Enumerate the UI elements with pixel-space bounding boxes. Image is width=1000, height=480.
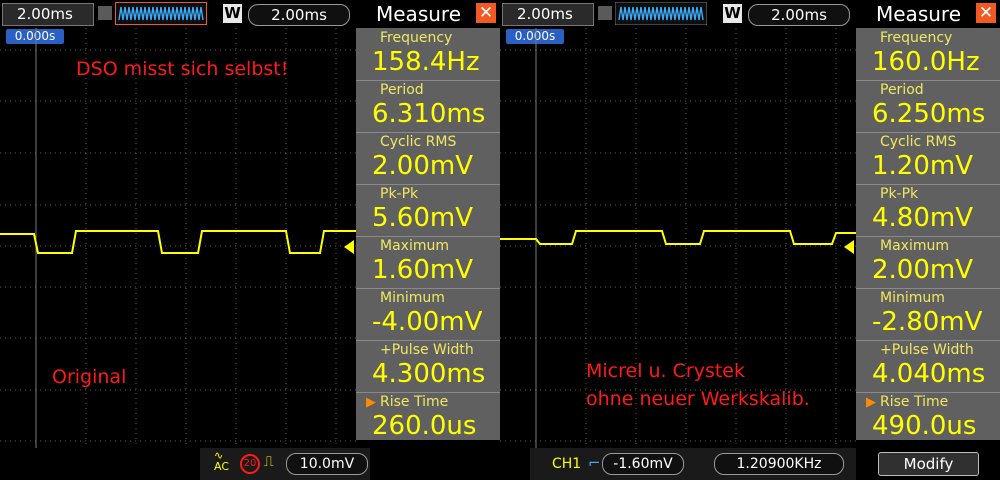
scope-icon (598, 6, 612, 20)
trigger-frequency-display[interactable]: 1.20900KHz (714, 453, 844, 475)
trigger-delay-value: 2.00ms (271, 6, 327, 24)
measure-panel-left: Measure ✕ Frequency 158.4Hz Period 6.310… (356, 0, 500, 441)
pulse-icon: ⎍ (264, 454, 274, 470)
measure-item-rise-time[interactable]: ▶ Rise Time 490.0us (856, 392, 1000, 444)
measure-label: Maximum (380, 238, 449, 254)
ac-coupling-icon: ∿ AC (214, 449, 230, 473)
measure-label: Minimum (380, 290, 445, 306)
scope-screen-right: 2.00ms W 2.00ms 0.000s Micrel u. Crystek… (500, 0, 1000, 480)
measure-value: -4.00mV (372, 307, 483, 337)
measure-label: +Pulse Width (380, 342, 474, 358)
measure-label: Period (880, 82, 924, 98)
measure-label: Cyclic RMS (380, 134, 457, 150)
trigger-level-value: -1.60mV (613, 456, 673, 472)
annotation-line1: Micrel u. Crystek (586, 360, 746, 382)
measure-value: 158.4Hz (372, 47, 480, 77)
waveform-icon (615, 2, 707, 25)
measure-value: 6.310ms (372, 99, 486, 129)
measure-item-minimum[interactable]: Minimum -2.80mV (856, 288, 1000, 341)
measure-item-maximum[interactable]: Maximum 1.60mV (356, 236, 500, 289)
signal-trace (500, 230, 856, 245)
measure-value: 6.250ms (872, 99, 986, 129)
waveform-icon (115, 2, 207, 25)
measure-item-pulse-width[interactable]: +Pulse Width 4.040ms (856, 340, 1000, 393)
measure-value: 1.60mV (372, 255, 474, 285)
modify-button[interactable]: Modify (878, 452, 979, 476)
close-icon[interactable]: ✕ (976, 3, 996, 23)
measure-label: Pk-Pk (880, 186, 919, 202)
status-bar-left: ∿ AC 20 ⎍ 10.0mV (200, 448, 370, 480)
measure-value: 260.0us (372, 411, 477, 441)
measure-title: Measure (876, 2, 961, 26)
coupling-label: AC (214, 460, 230, 473)
measure-value: 4.040ms (872, 359, 986, 389)
w-icon[interactable]: W (223, 4, 242, 23)
measure-value: 2.00mV (372, 151, 474, 181)
trigger-delay-display[interactable]: 2.00ms (248, 4, 350, 26)
measure-panel-right: Measure ✕ Frequency 160.0Hz Period 6.250… (856, 0, 1000, 441)
trigger-level-marker[interactable] (844, 240, 854, 254)
measure-value: 2.00mV (872, 255, 974, 285)
measure-label: Rise Time (880, 394, 949, 410)
annotation-top: DSO misst sich selbst! (76, 58, 289, 80)
bw-limit-label: 20 (243, 458, 257, 469)
measure-header: Measure ✕ (856, 0, 1000, 28)
measure-title: Measure (376, 2, 461, 26)
measure-label: Frequency (880, 30, 953, 46)
measure-item-cyclic-rms[interactable]: Cyclic RMS 1.20mV (856, 132, 1000, 185)
measure-item-rise-time[interactable]: ▶ Rise Time 260.0us (356, 392, 500, 444)
measure-label: Period (380, 82, 424, 98)
annotation-bottom: Original (52, 366, 127, 388)
trigger-level-display[interactable]: -1.60mV (602, 453, 684, 475)
channel-label: CH1 (552, 456, 582, 472)
ch1-scale-value: 10.0mV (299, 456, 355, 472)
measure-value: 1.20mV (872, 151, 974, 181)
timebase-value: 2.00ms (17, 5, 73, 23)
measure-label: Minimum (880, 290, 945, 306)
measure-item-pk-pk[interactable]: Pk-Pk 4.80mV (856, 184, 1000, 237)
measure-label: +Pulse Width (880, 342, 974, 358)
measure-value: 490.0us (872, 411, 977, 441)
measure-label: Cyclic RMS (880, 134, 957, 150)
measure-label: Maximum (880, 238, 949, 254)
trigger-edge-icon: ⌐ (588, 454, 601, 472)
measure-item-maximum[interactable]: Maximum 2.00mV (856, 236, 1000, 289)
selected-arrow-icon: ▶ (866, 395, 876, 410)
timebase-display[interactable]: 2.00ms (502, 3, 594, 26)
trigger-delay-value: 2.00ms (771, 6, 827, 24)
timebase-display[interactable]: 2.00ms (2, 3, 94, 26)
trigger-level-marker[interactable] (344, 240, 354, 254)
measure-item-pulse-width[interactable]: +Pulse Width 4.300ms (356, 340, 500, 393)
scope-icon (98, 6, 112, 20)
annotation-line2: ohne neuer Werkskalib. (586, 388, 810, 410)
measure-label: Pk-Pk (380, 186, 419, 202)
measure-value: 160.0Hz (872, 47, 980, 77)
signal-trace (0, 230, 356, 254)
measure-item-minimum[interactable]: Minimum -4.00mV (356, 288, 500, 341)
measure-item-frequency[interactable]: Frequency 160.0Hz (856, 28, 1000, 81)
measure-header: Measure ✕ (356, 0, 500, 28)
measure-item-period[interactable]: Period 6.250ms (856, 80, 1000, 133)
bandwidth-limit-icon: 20 (240, 454, 260, 474)
close-icon[interactable]: ✕ (476, 3, 496, 23)
measure-item-cyclic-rms[interactable]: Cyclic RMS 2.00mV (356, 132, 500, 185)
trigger-frequency-value: 1.20900KHz (736, 456, 822, 472)
measure-label: Frequency (380, 30, 453, 46)
measure-label: Rise Time (380, 394, 449, 410)
measure-value: 4.300ms (372, 359, 486, 389)
measure-value: 5.60mV (372, 203, 474, 233)
timebase-value: 2.00ms (517, 5, 573, 23)
ch1-scale-display[interactable]: 10.0mV (286, 453, 368, 475)
selected-arrow-icon: ▶ (366, 395, 376, 410)
measure-item-pk-pk[interactable]: Pk-Pk 5.60mV (356, 184, 500, 237)
measure-value: 4.80mV (872, 203, 974, 233)
measure-value: -2.80mV (872, 307, 983, 337)
waveform-grid-right (500, 28, 856, 448)
measure-item-period[interactable]: Period 6.310ms (356, 80, 500, 133)
status-bar-right: CH1 ⌐ -1.60mV 1.20900KHz (530, 448, 860, 480)
scope-screen-left: 2.00ms W 2.00ms 0.000s DSO misst sich se… (0, 0, 500, 480)
trigger-delay-display[interactable]: 2.00ms (748, 4, 850, 26)
w-icon[interactable]: W (723, 4, 742, 23)
measure-item-frequency[interactable]: Frequency 158.4Hz (356, 28, 500, 81)
